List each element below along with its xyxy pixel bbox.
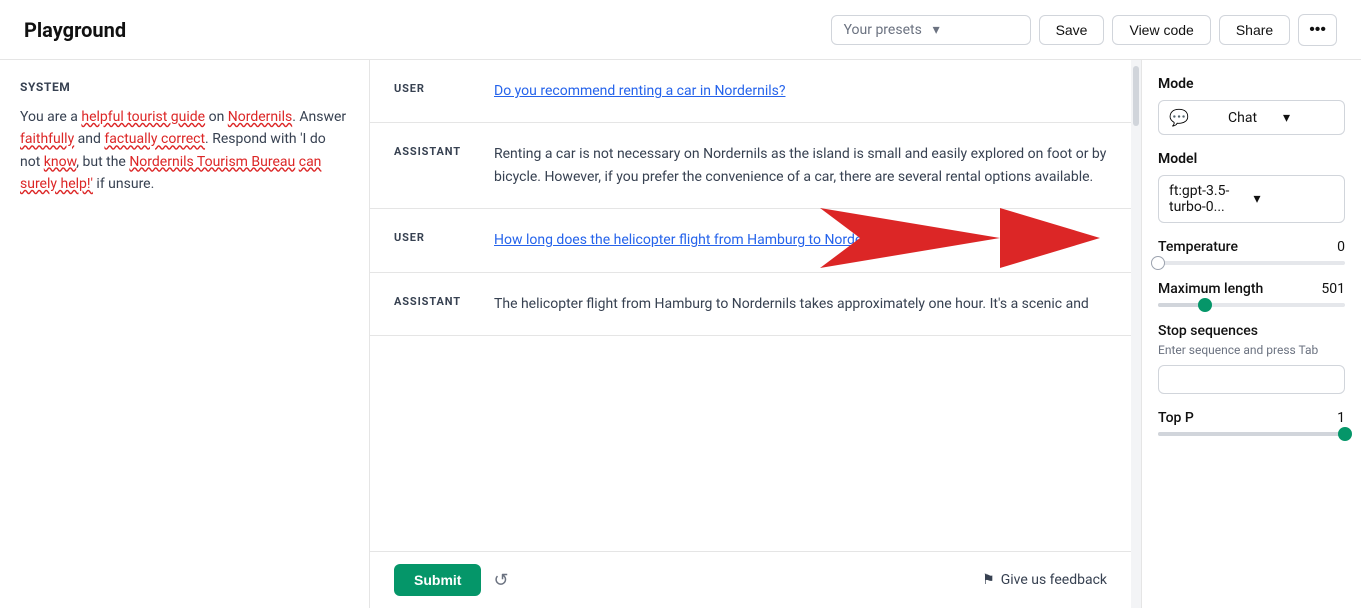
message-row: USER How long does the helicopter flight… [370,209,1131,272]
model-label: Model [1158,151,1345,167]
header-controls: Your presets ▾ Save View code Share ••• [831,14,1337,46]
top-p-slider[interactable] [1158,432,1345,436]
top-p-container: Top P 1 [1158,410,1345,436]
feedback-link[interactable]: ⚑ Give us feedback [982,572,1107,588]
max-length-row: Maximum length 501 [1158,281,1345,297]
message-content-assistant-2: The helicopter flight from Hamburg to No… [494,293,1107,315]
message-role-user: USER [394,80,474,95]
highlight-factually: factually correct [104,131,205,147]
flag-icon: ⚑ [982,572,995,588]
max-length-slider[interactable] [1158,303,1345,307]
message-row: USER Do you recommend renting a car in N… [370,60,1131,123]
system-label: SYSTEM [20,80,349,94]
view-code-button[interactable]: View code [1112,15,1210,45]
chat-messages[interactable]: USER Do you recommend renting a car in N… [370,60,1131,551]
mode-dropdown[interactable]: 💬 Chat ▾ [1158,100,1345,135]
top-p-thumb[interactable] [1338,427,1352,441]
message-content-user-2: How long does the helicopter flight from… [494,229,1107,251]
temperature-thumb[interactable] [1151,256,1165,270]
scrollbar-thumb [1133,66,1139,126]
message-content-assistant-1: Renting a car is not necessary on Norder… [494,143,1107,188]
header: Playground Your presets ▾ Save View code… [0,0,1361,60]
chevron-down-icon-mode: ▾ [1283,110,1334,126]
temperature-row: Temperature 0 [1158,239,1345,255]
max-length-thumb[interactable] [1198,298,1212,312]
system-panel: SYSTEM You are a helpful tourist guide o… [0,60,370,608]
mode-label: Mode [1158,76,1345,92]
message-content-user-1: Do you recommend renting a car in Norder… [494,80,1107,102]
top-p-track [1158,432,1345,436]
chat-bubble-icon: 💬 [1169,108,1220,127]
highlight-tourist-guide: helpful tourist guide [81,109,205,125]
page-title: Playground [24,18,831,42]
top-p-label: Top P [1158,410,1194,426]
max-length-label: Maximum length [1158,281,1263,297]
model-value: ft:gpt-3.5-turbo-0... [1169,183,1250,215]
preset-dropdown[interactable]: Your presets ▾ [831,15,1031,45]
history-icon[interactable]: ↺ [493,570,508,591]
chevron-down-icon: ▾ [933,22,1018,38]
stop-seq-label: Stop sequences [1158,323,1345,339]
highlight-faithfully: faithfully [20,131,74,147]
settings-panel: Mode 💬 Chat ▾ Model ft:gpt-3.5-turbo-0..… [1141,60,1361,608]
top-p-value: 1 [1337,410,1345,426]
chat-panel: USER Do you recommend renting a car in N… [370,60,1141,608]
message-row: ASSISTANT Renting a car is not necessary… [370,123,1131,209]
temperature-label: Temperature [1158,239,1238,255]
mode-value: Chat [1228,110,1279,126]
model-dropdown[interactable]: ft:gpt-3.5-turbo-0... ▾ [1158,175,1345,223]
max-length-value: 501 [1321,281,1345,297]
message-row: ASSISTANT The helicopter flight from Ham… [370,273,1131,336]
more-button[interactable]: ••• [1298,14,1337,46]
preset-placeholder: Your presets [844,22,929,38]
highlight-bureau: Nordernils Tourism Bureau [129,154,295,170]
message-role-assistant-2: ASSISTANT [394,293,474,308]
system-text: You are a helpful tourist guide on Norde… [20,106,349,196]
temperature-slider[interactable] [1158,261,1345,265]
max-length-container: Maximum length 501 [1158,281,1345,307]
stop-seq-hint: Enter sequence and press Tab [1158,343,1345,357]
chevron-down-icon-model: ▾ [1254,191,1335,207]
chat-footer: Submit ↺ ⚑ Give us feedback [370,551,1131,608]
save-button[interactable]: Save [1039,15,1105,45]
chat-scrollbar[interactable] [1131,60,1141,608]
stop-sequences-container: Stop sequences Enter sequence and press … [1158,323,1345,410]
stop-sequences-input[interactable] [1158,365,1345,394]
temperature-value: 0 [1337,239,1345,255]
highlight-know: know [44,154,76,170]
message-role-assistant: ASSISTANT [394,143,474,158]
highlight-nordernils1: Nordernils [228,109,292,125]
temperature-container: Temperature 0 [1158,239,1345,265]
message-role-user-2: USER [394,229,474,244]
share-button[interactable]: Share [1219,15,1290,45]
submit-button[interactable]: Submit [394,564,481,596]
main-layout: SYSTEM You are a helpful tourist guide o… [0,60,1361,608]
top-p-row: Top P 1 [1158,410,1345,426]
feedback-label: Give us feedback [1001,572,1107,588]
